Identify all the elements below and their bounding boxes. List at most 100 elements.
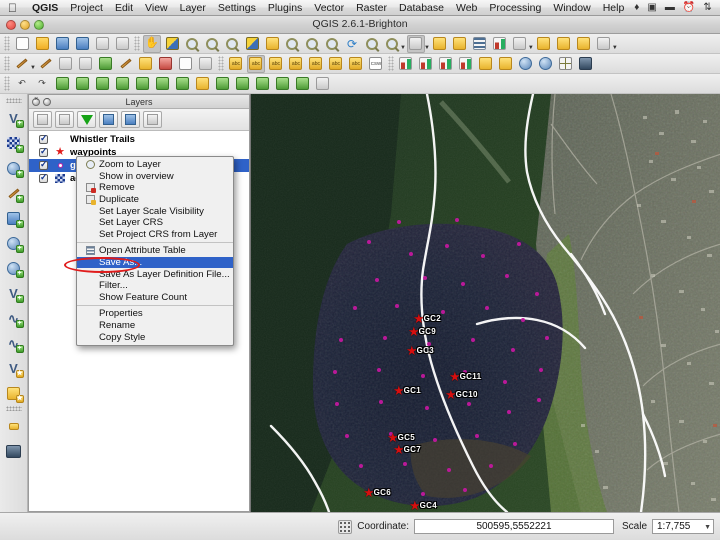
globe-settings-button[interactable] xyxy=(537,55,555,73)
context-menu-item-show-feature-count[interactable]: Show Feature Count xyxy=(77,292,233,304)
zoom-to-layer-button[interactable] xyxy=(283,35,301,53)
gps-tools-button[interactable] xyxy=(497,55,515,73)
measure-button[interactable] xyxy=(511,35,529,53)
map-canvas[interactable]: ★ GC2 ★ GC9 ★ GC3 ★ GC1 ★ GC11 ★ GC10 ★ … xyxy=(250,94,720,512)
menu-layer[interactable]: Layer xyxy=(174,0,212,16)
move-label-button[interactable]: abc xyxy=(307,55,325,73)
open-field-calculator-button[interactable] xyxy=(491,35,509,53)
label-button[interactable]: abc xyxy=(227,55,245,73)
menu-window[interactable]: Window xyxy=(547,0,596,16)
new-project-button[interactable] xyxy=(13,35,31,53)
context-menu-item-rename[interactable]: Rename xyxy=(77,320,233,332)
fill-ring-button[interactable] xyxy=(113,75,131,93)
add-postgis-layer-button[interactable]: + xyxy=(2,156,26,180)
zoom-native-button[interactable] xyxy=(223,35,241,53)
zoom-in-button[interactable] xyxy=(183,35,201,53)
toolbar-grip[interactable] xyxy=(4,76,10,91)
toolbar-grip[interactable] xyxy=(5,98,22,103)
add-layer-from-file-button[interactable] xyxy=(2,439,26,463)
add-part2-button[interactable] xyxy=(133,75,151,93)
composer-manager-button[interactable] xyxy=(113,35,131,53)
add-oracle-layer-button[interactable]: + xyxy=(2,231,26,255)
pan-to-selection-button[interactable] xyxy=(163,35,181,53)
layer-visibility-checkbox[interactable] xyxy=(39,172,48,183)
reshape-features-button[interactable] xyxy=(193,75,211,93)
text-annotation-button[interactable] xyxy=(595,35,613,53)
metasearch-button[interactable]: CSW xyxy=(367,55,385,73)
filter-legend-button[interactable] xyxy=(77,111,96,128)
toolbar-grip[interactable] xyxy=(5,406,22,411)
context-menu-item-save-as[interactable]: Save As... xyxy=(77,256,233,269)
merge-attributes-button[interactable] xyxy=(293,75,311,93)
globe-button[interactable] xyxy=(517,55,535,73)
select-features-button[interactable] xyxy=(406,34,425,53)
save-project-button[interactable] xyxy=(53,35,71,53)
add-spatialite-layer-button[interactable]: + xyxy=(2,181,26,205)
zoom-out-button[interactable] xyxy=(203,35,221,53)
deselect-button[interactable] xyxy=(431,35,449,53)
layer-visibility-checkbox[interactable] xyxy=(39,146,48,157)
simplify-feature-button[interactable] xyxy=(53,75,71,93)
coordinate-input[interactable]: 500595,5552221 xyxy=(413,519,614,534)
scale-input[interactable]: 1:7,755 ▼ xyxy=(652,519,714,534)
save-layer-edits-button[interactable] xyxy=(57,55,75,73)
open-attribute-table-button[interactable] xyxy=(471,35,489,53)
context-menu-item-save-as-layer-definition-file[interactable]: Save As Layer Definition File... xyxy=(77,268,233,280)
context-menu-item-open-attribute-table[interactable]: Open Attribute Table xyxy=(77,245,233,257)
add-raster-layer-button[interactable]: + xyxy=(2,131,26,155)
collapse-all-button[interactable] xyxy=(121,111,140,128)
toolbar-grip[interactable] xyxy=(387,56,394,71)
redo-button[interactable]: ↷ xyxy=(33,75,51,93)
profile-button[interactable] xyxy=(457,55,475,73)
move-feature-button[interactable] xyxy=(97,55,115,73)
menu-project[interactable]: Project xyxy=(64,0,109,16)
zoom-last-button[interactable] xyxy=(303,35,321,53)
cut-features-button[interactable] xyxy=(157,55,175,73)
menu-raster[interactable]: Raster xyxy=(350,0,393,16)
toolbar-grip[interactable] xyxy=(134,36,140,51)
new-shapefile-layer-button[interactable]: V ★ xyxy=(2,356,26,380)
add-vector-layer-button[interactable]: V + xyxy=(2,106,26,130)
layer-visibility-presets-button[interactable] xyxy=(55,111,74,128)
copy-features-button[interactable] xyxy=(177,55,195,73)
layer-labeling-button[interactable]: abc xyxy=(246,54,265,73)
display-icon[interactable]: ▬ xyxy=(661,0,679,16)
image-button[interactable] xyxy=(577,55,595,73)
render-icon[interactable] xyxy=(338,519,353,534)
menu-plugins[interactable]: Plugins xyxy=(262,0,308,16)
layer-row-whistler-trails[interactable]: Whistler Trails xyxy=(29,133,249,146)
screen-share-icon[interactable]: ▣ xyxy=(643,0,660,16)
node-tool-button[interactable] xyxy=(117,55,135,73)
context-menu-item-copy-style[interactable]: Copy Style xyxy=(77,331,233,343)
close-icon[interactable] xyxy=(32,96,40,106)
wifi-icon[interactable]: ◓ xyxy=(716,0,720,16)
zoom-full-button[interactable] xyxy=(243,35,261,53)
add-mssql-layer-button[interactable]: + xyxy=(2,206,26,230)
undo-button[interactable]: ↶ xyxy=(13,75,31,93)
show-bookmarks-button[interactable] xyxy=(575,35,593,53)
context-menu-item-set-layer-crs[interactable]: Set Layer CRS xyxy=(77,217,233,229)
refresh-button[interactable]: ⟳ xyxy=(343,35,361,53)
context-menu-item-duplicate[interactable]: Duplicate xyxy=(77,194,233,206)
menu-settings[interactable]: Settings xyxy=(212,0,262,16)
zoom-next-button[interactable] xyxy=(323,35,341,53)
menu-help[interactable]: Help xyxy=(597,0,631,16)
menu-database[interactable]: Database xyxy=(393,0,450,16)
add-delimited-text-button[interactable]: ∿ + xyxy=(2,331,26,355)
menu-vector[interactable]: Vector xyxy=(308,0,350,16)
save-project-as-button[interactable] xyxy=(73,35,91,53)
menu-edit[interactable]: Edit xyxy=(109,0,139,16)
new-spatialite-layer-button[interactable]: ★ xyxy=(2,381,26,405)
style-manager-button[interactable] xyxy=(33,111,52,128)
add-wms-layer-button[interactable]: + xyxy=(2,256,26,280)
layer-visibility-checkbox[interactable] xyxy=(39,133,48,144)
zoom-to-selection-button[interactable] xyxy=(263,35,281,53)
toolbar-grip[interactable] xyxy=(217,56,224,71)
paste-features-button[interactable] xyxy=(197,55,215,73)
context-menu-item-show-in-overview[interactable]: Show in overview xyxy=(77,171,233,183)
new-bookmark-button[interactable] xyxy=(555,35,573,53)
map-tips-button[interactable] xyxy=(383,35,401,53)
toolbar-grip[interactable] xyxy=(4,56,10,71)
context-menu-item-set-project-crs-from-layer[interactable]: Set Project CRS from Layer xyxy=(77,229,233,241)
pan-map-button[interactable]: ✋ xyxy=(143,34,161,53)
